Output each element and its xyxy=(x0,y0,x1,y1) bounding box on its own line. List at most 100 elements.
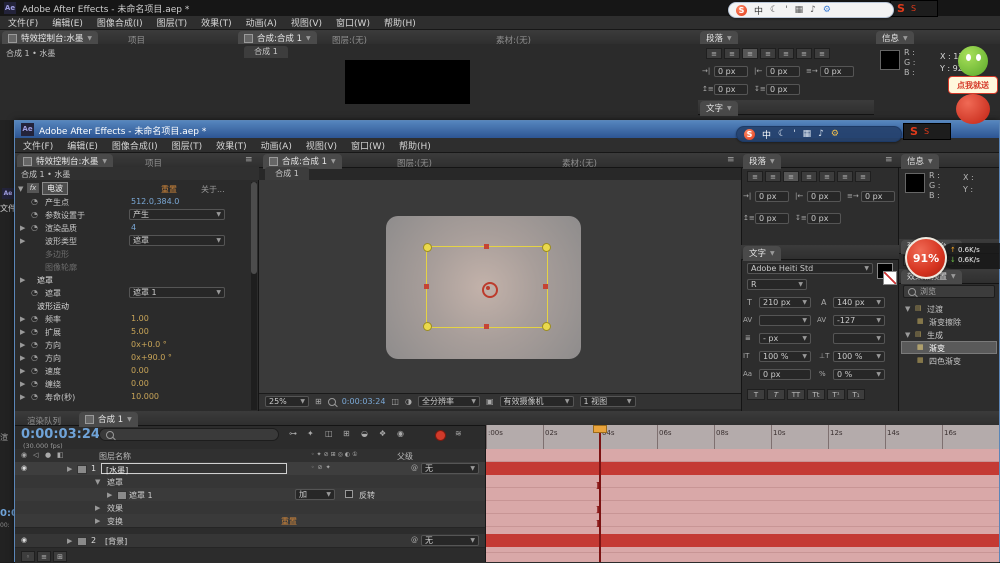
parent-select[interactable]: 无▼ xyxy=(421,535,479,546)
faux-italic-icon[interactable]: T xyxy=(767,389,785,400)
menu-effect[interactable]: 效果(T) xyxy=(216,139,247,152)
mask-edge-handle[interactable] xyxy=(543,284,548,289)
parent-select[interactable]: 无▼ xyxy=(421,463,479,474)
camera-select[interactable]: 有效摄像机▼ xyxy=(500,396,574,407)
moon-icon[interactable]: ☾ xyxy=(770,5,778,15)
twirl-right-icon[interactable]: ▶ xyxy=(67,537,72,545)
justify-last-left-icon[interactable]: ≡ xyxy=(801,171,817,182)
mask1-row[interactable]: ▶ 遮罩 1 加▼ 反转 xyxy=(15,488,486,502)
align-center-icon[interactable]: ≡ xyxy=(765,171,781,182)
justify-last-center-icon[interactable]: ≡ xyxy=(778,48,794,59)
tsume-field[interactable]: 0 %▼ xyxy=(833,369,885,380)
baseline-shift-field[interactable]: 0 px xyxy=(759,369,811,380)
prop-dropdown[interactable]: 产生▼ xyxy=(129,209,225,220)
punctuation-icon[interactable]: ' xyxy=(793,129,795,139)
indent-left-field[interactable]: 0 px xyxy=(755,191,789,202)
twirl-right-icon[interactable]: ▶ xyxy=(20,237,25,245)
justify-last-right-icon[interactable]: ≡ xyxy=(837,171,853,182)
tracking-field[interactable]: -127▼ xyxy=(833,315,885,326)
tab-info[interactable]: 信息▼ xyxy=(901,154,939,169)
eye-toggle-icon[interactable]: ◉ xyxy=(21,464,27,472)
layer2-duration-bar[interactable] xyxy=(486,534,999,547)
comp-mini-tab[interactable]: 合成 1 xyxy=(265,167,309,180)
menu-view[interactable]: 视图(V) xyxy=(291,16,322,29)
effect-item[interactable]: 四色渐变 xyxy=(929,356,961,367)
bg-space-before-field[interactable]: 0 px xyxy=(714,84,748,95)
mask-edge-handle[interactable] xyxy=(484,244,489,249)
twirl-right-icon[interactable]: ▶ xyxy=(20,393,25,401)
twirl-right-icon[interactable]: ▶ xyxy=(20,276,25,284)
stopwatch-icon[interactable]: ◔ xyxy=(31,353,38,362)
graph-editor-icon[interactable]: ≋ xyxy=(455,429,462,438)
layer-switches[interactable]: ◦⊘✦ xyxy=(311,464,334,471)
stopwatch-icon[interactable]: ◔ xyxy=(31,197,38,206)
align-right-icon[interactable]: ≡ xyxy=(742,48,758,59)
comp-viewer[interactable] xyxy=(259,180,742,393)
layer-row-2[interactable]: ◉ ▶ 2 [背景] @ 无▼ xyxy=(15,534,486,548)
stroke-style-select[interactable]: ▼ xyxy=(833,333,885,344)
mask-color-chip[interactable] xyxy=(117,491,127,500)
font-size-field[interactable]: 210 px▼ xyxy=(759,297,811,308)
menu-layer[interactable]: 图层(T) xyxy=(157,16,188,29)
draft-3d-icon[interactable]: ✦ xyxy=(307,429,314,438)
mask-corner-handle[interactable] xyxy=(542,243,551,252)
prop-value[interactable]: 4 xyxy=(131,223,136,232)
prop-dropdown[interactable]: 遮罩▼ xyxy=(129,235,225,246)
current-time-indicator-handle[interactable] xyxy=(593,425,607,433)
effect-about-link[interactable]: 关于... xyxy=(201,184,225,195)
sogou-window-fragment[interactable]: S S xyxy=(890,0,938,17)
align-left-icon[interactable]: ≡ xyxy=(747,171,763,182)
sogou-logo-icon[interactable]: S xyxy=(744,129,755,140)
faux-bold-icon[interactable]: T xyxy=(747,389,765,400)
menu-layer[interactable]: 图层(T) xyxy=(172,139,203,152)
panel-menu-icon[interactable]: ≡ xyxy=(885,155,893,165)
transform-reset-link[interactable]: 重置 xyxy=(281,516,297,527)
mask-corner-handle[interactable] xyxy=(423,243,432,252)
current-time[interactable]: 0:00:03:24 xyxy=(342,397,386,406)
bg-tab-character[interactable]: 文字▼ xyxy=(700,101,738,116)
mask-corner-handle[interactable] xyxy=(542,322,551,331)
mask-corner-handle[interactable] xyxy=(423,322,432,331)
bg-comp-mini-tab[interactable]: 合成 1 xyxy=(244,46,288,58)
layer-color-chip[interactable] xyxy=(77,465,87,474)
stopwatch-icon[interactable]: ◔ xyxy=(31,366,38,375)
stroke-width-field[interactable]: - px▼ xyxy=(759,333,811,344)
twirl-right-icon[interactable]: ▶ xyxy=(95,517,100,525)
ime-toolbar[interactable]: S 中 ☾ ' ▦ ♪ ⚙ xyxy=(728,2,894,18)
layer-name-box[interactable]: [水墨] xyxy=(101,463,287,474)
wrench-icon[interactable]: ⚙ xyxy=(823,5,831,15)
effect-reset-link[interactable]: 重置 xyxy=(161,184,177,195)
menu-animation[interactable]: 动画(A) xyxy=(246,16,277,29)
snapshot-icon[interactable]: ◫ xyxy=(391,397,399,406)
twirl-down-icon[interactable]: ▼ xyxy=(905,305,910,313)
horizontal-scale-field[interactable]: 100 %▼ xyxy=(833,351,885,362)
twirl-right-icon[interactable]: ▶ xyxy=(67,465,72,473)
prop-value[interactable]: 0.00 xyxy=(131,366,149,375)
first-line-field[interactable]: 0 px xyxy=(861,191,895,202)
menu-composition[interactable]: 图像合成(I) xyxy=(97,16,143,29)
timeline-current-time[interactable]: 0:00:03:24 xyxy=(21,427,100,442)
show-channel-icon[interactable]: ◑ xyxy=(405,397,412,406)
menu-file[interactable]: 文件(F) xyxy=(23,139,53,152)
twirl-down-icon[interactable]: ▼ xyxy=(18,185,23,193)
timeline-search-input[interactable] xyxy=(99,428,279,441)
all-caps-icon[interactable]: TT xyxy=(787,389,805,400)
effects-category[interactable]: 过渡 xyxy=(927,304,943,315)
stopwatch-icon[interactable]: ◔ xyxy=(31,379,38,388)
transform-group-row[interactable]: ▶ 变换 重置 xyxy=(15,514,486,528)
auto-keyframe-icon[interactable]: ◉ xyxy=(397,429,404,438)
menu-effect[interactable]: 效果(T) xyxy=(201,16,232,29)
scrollbar-thumb[interactable] xyxy=(251,182,257,274)
prop-value[interactable]: 512.0,384.0 xyxy=(131,197,179,206)
stroke-color-swatch[interactable] xyxy=(883,271,897,285)
twirl-down-icon[interactable]: ▼ xyxy=(905,331,910,339)
bg-indent-right-field[interactable]: 0 px xyxy=(766,66,800,77)
space-before-field[interactable]: 0 px xyxy=(755,213,789,224)
stopwatch-icon[interactable]: ◔ xyxy=(31,314,38,323)
twirl-right-icon[interactable]: ▶ xyxy=(20,380,25,388)
menu-animation[interactable]: 动画(A) xyxy=(261,139,292,152)
brainstorm-icon[interactable]: ❖ xyxy=(379,429,386,438)
twirl-right-icon[interactable]: ▶ xyxy=(20,328,25,336)
time-ruler[interactable] xyxy=(486,425,999,450)
prop-value[interactable]: 10.000 xyxy=(131,392,159,401)
